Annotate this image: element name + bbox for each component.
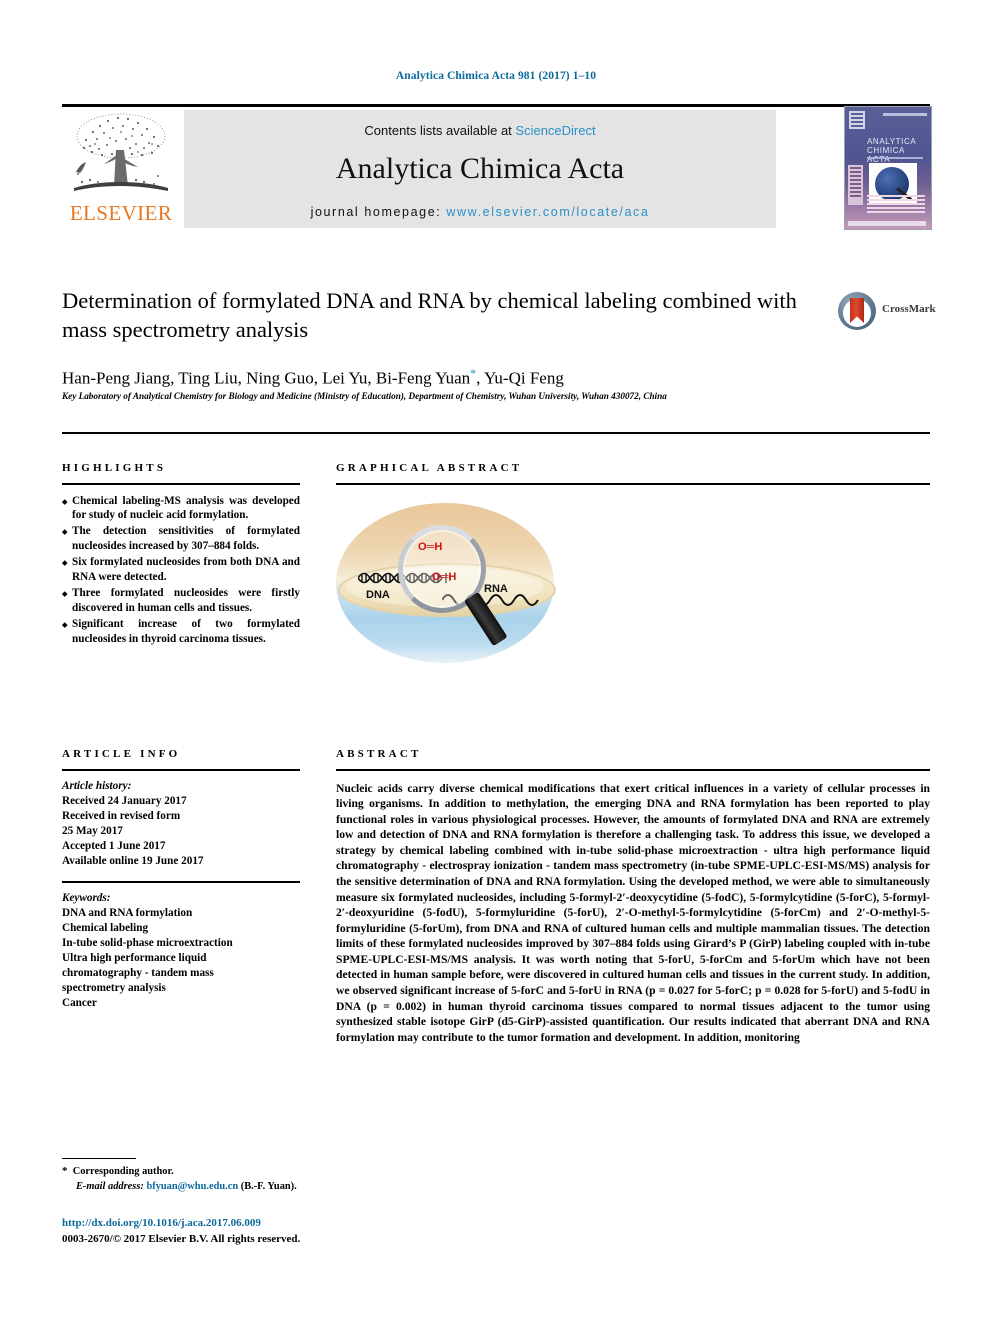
journal-homepage-line: journal homepage: www.elsevier.com/locat… [184, 205, 776, 219]
article-history: Article history: Received 24 January 201… [62, 779, 300, 870]
footer: http://dx.doi.org/10.1016/j.aca.2017.06.… [62, 1216, 542, 1248]
keywords-rule [62, 881, 300, 883]
email-owner: (B.-F. Yuan). [240, 1180, 297, 1192]
page-title: Determination of formylated DNA and RNA … [62, 288, 797, 342]
article-info-section: ARTICLE INFO Article history: Received 2… [62, 748, 300, 1012]
journal-masthead: ELSEVIER Contents lists available at Sci… [62, 104, 932, 230]
elsevier-logo: ELSEVIER [62, 110, 180, 228]
history-line: 25 May 2017 [62, 824, 123, 837]
homepage-prefix: journal homepage: [310, 205, 447, 219]
email-label: E-mail address: [76, 1180, 144, 1192]
cover-footer-text [867, 195, 925, 215]
highlights-section: HIGHLIGHTS Chemical labeling-MS analysis… [62, 462, 300, 647]
history-line: Accepted 1 June 2017 [62, 839, 166, 852]
article-history-label: Article history: [62, 779, 132, 792]
title-block: Determination of formylated DNA and RNA … [62, 287, 822, 345]
crossmark-label: CrossMark [882, 303, 936, 315]
abstract-heading: ABSTRACT [336, 748, 422, 760]
author-list: Han-Peng Jiang, Ting Liu, Ning Guo, Lei … [62, 366, 822, 389]
graphical-abstract-rule [336, 483, 930, 485]
authors-tail: , Yu-Qi Feng [476, 368, 564, 388]
journal-cover-thumbnail[interactable]: ANALYTICA CHIMICA ACTA [844, 106, 932, 230]
list-item: Three formylated nucleosides were firstl… [62, 586, 300, 616]
footnote-line-2: E-mail address: bfyuan@whu.edu.cn (B.-F.… [62, 1180, 542, 1195]
copyright-line: 0003-2670/© 2017 Elsevier B.V. All right… [62, 1232, 301, 1245]
footnote-rule [62, 1158, 136, 1160]
elsevier-wordmark: ELSEVIER [69, 201, 173, 225]
keyword-line: In-tube solid-phase microextraction [62, 936, 233, 949]
list-item: Chemical labeling-MS analysis was develo… [62, 494, 300, 524]
cover-subrule [867, 157, 923, 159]
list-item: The detection sensitivities of formylate… [62, 524, 300, 554]
contents-line: Contents lists available at ScienceDirec… [184, 123, 776, 138]
graphical-abstract-image: DNA RNA O═H O═H [336, 497, 564, 672]
corresponding-author-text: Corresponding author. [72, 1166, 174, 1177]
highlights-heading: HIGHLIGHTS [62, 462, 167, 474]
email-link[interactable]: bfyuan@whu.edu.cn [146, 1181, 238, 1192]
sciencedirect-banner: Contents lists available at ScienceDirec… [184, 110, 776, 228]
cover-corner-mark [849, 111, 865, 129]
keyword-line: spectrometry analysis [62, 982, 166, 995]
header-bottom-rule [62, 432, 930, 434]
cover-title-line2: CHIMICA ACTA [867, 146, 905, 164]
journal-title: Analytica Chimica Acta [335, 152, 625, 185]
authors-main: Han-Peng Jiang, Ting Liu, Ning Guo, Lei … [62, 368, 471, 388]
running-head: Analytica Chimica Acta 981 (2017) 1–10 [395, 70, 597, 82]
formyl-group-bottom: O═H [432, 570, 457, 583]
keyword-line: Ultra high performance liquid [62, 952, 207, 965]
masthead-top-rule [62, 104, 930, 107]
article-info-heading: ARTICLE INFO [62, 748, 181, 760]
journal-article-first-page: Analytica Chimica Acta 981 (2017) 1–10 E… [0, 0, 992, 1323]
cover-title-line1: ANALYTICA [867, 137, 917, 146]
keyword-line: chromatography - tandem mass [62, 967, 214, 980]
graphical-abstract-section: GRAPHICAL ABSTRACT DNA RNA O═H O═H [336, 462, 930, 672]
crossmark-circle-icon [838, 292, 876, 330]
keywords-label: Keywords: [62, 891, 111, 904]
crossmark-badge[interactable]: CrossMark [838, 290, 938, 334]
footnote-asterisk: * [62, 1165, 68, 1177]
history-line: Available online 19 June 2017 [62, 855, 204, 868]
abstract-section: ABSTRACT Nucleic acids carry diverse che… [336, 748, 930, 1057]
sciencedirect-link[interactable]: ScienceDirect [515, 123, 595, 138]
list-item: Significant increase of two formylated n… [62, 617, 300, 647]
abstract-rule [336, 769, 930, 771]
formyl-group-top: O═H [418, 540, 443, 553]
highlights-rule [62, 483, 300, 485]
history-line: Received 24 January 2017 [62, 794, 187, 807]
keyword-line: DNA and RNA formylation [62, 906, 193, 919]
cover-sidebar-text [848, 165, 863, 205]
abstract-text: Nucleic acids carry diverse chemical mod… [336, 781, 930, 1044]
ga-rna-label: RNA [484, 582, 508, 595]
homepage-url-link[interactable]: www.elsevier.com/locate/aca [446, 205, 649, 219]
cover-issue-line [883, 113, 927, 116]
keyword-line: Chemical labeling [62, 921, 149, 934]
history-line: Received in revised form [62, 809, 181, 822]
footnote-line-1: * Corresponding author. [62, 1164, 542, 1180]
elsevier-tree-icon [74, 113, 168, 191]
doi-link[interactable]: http://dx.doi.org/10.1016/j.aca.2017.06.… [62, 1216, 542, 1232]
keywords-block: Keywords: DNA and RNA formylation Chemic… [62, 891, 300, 1012]
highlights-list: Chemical labeling-MS analysis was develo… [62, 494, 300, 647]
keyword-line: Cancer [62, 997, 97, 1010]
ga-dna-label: DNA [366, 588, 390, 601]
list-item: Six formylated nucleosides from both DNA… [62, 555, 300, 585]
article-info-rule [62, 769, 300, 771]
graphical-abstract-heading: GRAPHICAL ABSTRACT [336, 462, 523, 474]
contents-prefix: Contents lists available at [364, 123, 516, 138]
affiliation: Key Laboratory of Analytical Chemistry f… [62, 391, 667, 401]
cover-bottom-bar [848, 221, 926, 226]
corresponding-author-footnote: * Corresponding author. E-mail address: … [62, 1164, 542, 1195]
